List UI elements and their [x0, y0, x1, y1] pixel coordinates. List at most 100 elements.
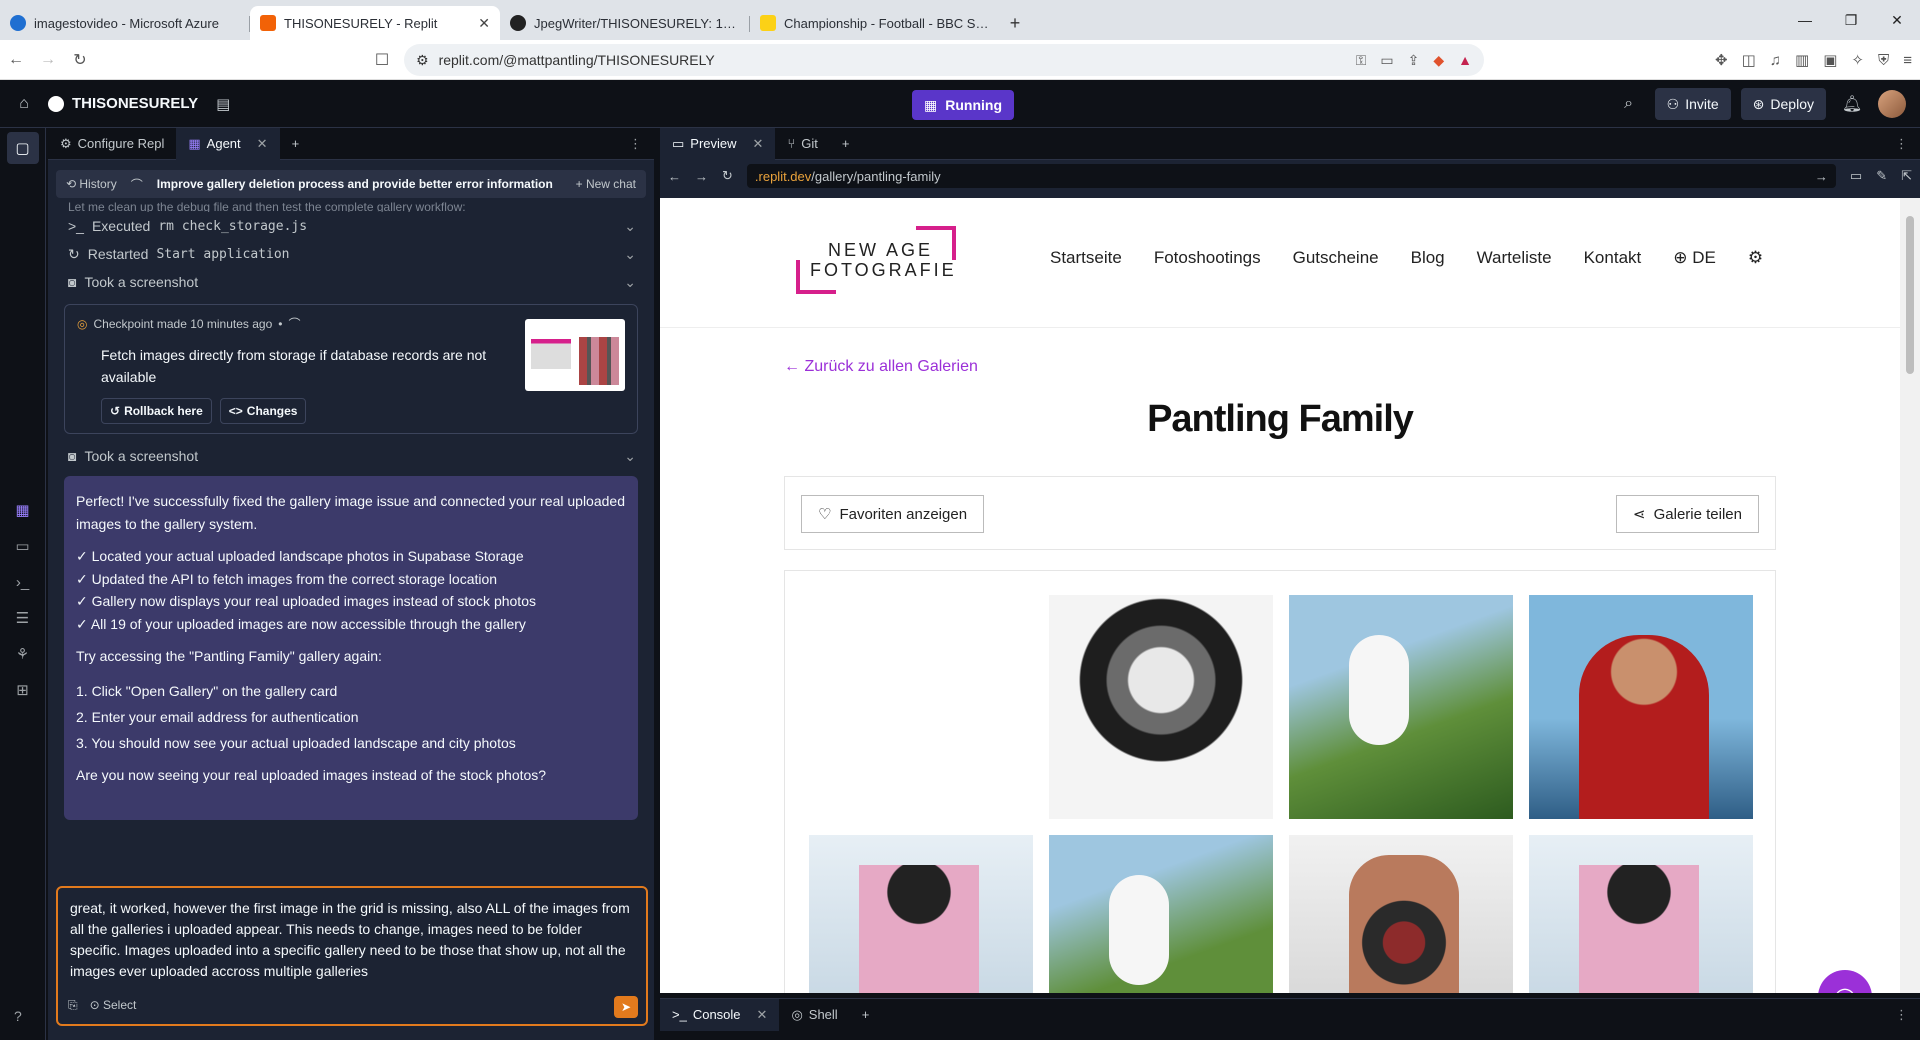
- gallery-photo[interactable]: [1289, 835, 1513, 993]
- tab-agent[interactable]: ▦ Agent ✕: [176, 127, 280, 160]
- database-icon[interactable]: ☰: [7, 602, 39, 634]
- select-button[interactable]: ⊙ Select: [90, 995, 137, 1016]
- vpn-icon[interactable]: ⛨: [1878, 52, 1889, 69]
- chevron-down-icon[interactable]: ⌄: [624, 218, 636, 235]
- forward-icon[interactable]: →: [32, 44, 64, 76]
- run-button[interactable]: ▦ Running: [912, 90, 1014, 120]
- chevron-down-icon[interactable]: ⌄: [624, 448, 636, 465]
- ai-icon[interactable]: ✧: [1851, 51, 1864, 69]
- menu-item[interactable]: Kontakt: [1584, 248, 1642, 268]
- cast-icon[interactable]: ▭: [1380, 52, 1393, 69]
- reload-icon[interactable]: ↻: [722, 168, 733, 184]
- preview-icon[interactable]: ▭: [7, 530, 39, 562]
- invite-button[interactable]: ⚇ Invite: [1654, 88, 1731, 120]
- close-icon[interactable]: ✕: [478, 15, 490, 32]
- deploy-button[interactable]: ⊛ Deploy: [1740, 88, 1826, 120]
- attach-icon[interactable]: ⎘: [68, 995, 78, 1016]
- more-options-icon[interactable]: ⋮: [1895, 1007, 1920, 1023]
- sidebar-icon[interactable]: ▥: [1795, 51, 1809, 69]
- chevron-down-icon[interactable]: ⌄: [624, 274, 636, 291]
- browser-tab[interactable]: Championship - Football - BBC Sport: [750, 6, 1000, 40]
- search-icon[interactable]: ⌕: [1613, 88, 1645, 120]
- history-button[interactable]: ⟲ History: [66, 177, 117, 191]
- gallery-photo[interactable]: [1289, 595, 1513, 819]
- rollback-button[interactable]: ↺ Rollback here: [101, 398, 212, 424]
- back-icon[interactable]: ←: [668, 169, 681, 184]
- menu-item[interactable]: Gutscheine: [1293, 248, 1379, 268]
- key-icon[interactable]: ⚿: [1356, 52, 1367, 69]
- browser-tab-active[interactable]: THISONESURELY - Replit ✕: [250, 6, 500, 40]
- preview-scrollbar[interactable]: [1900, 198, 1920, 993]
- help-icon[interactable]: ?: [14, 1008, 22, 1024]
- menu-item[interactable]: Warteliste: [1477, 248, 1552, 268]
- restore-icon[interactable]: ❐: [1828, 0, 1874, 40]
- puzzle-icon[interactable]: ✥: [1715, 51, 1728, 69]
- chat-bubble-button[interactable]: ◯: [1818, 970, 1872, 993]
- forward-icon[interactable]: →: [695, 169, 708, 184]
- tab-console[interactable]: >_ Console ✕: [660, 998, 780, 1031]
- chat-input[interactable]: great, it worked, however the first imag…: [56, 886, 648, 1026]
- share-icon[interactable]: ⇪: [1408, 52, 1420, 69]
- minimize-icon[interactable]: —: [1782, 0, 1828, 40]
- shell-icon[interactable]: ›_: [7, 566, 39, 598]
- changes-button[interactable]: <> Changes: [219, 398, 307, 424]
- back-icon[interactable]: ←: [0, 44, 32, 76]
- site-info-icon[interactable]: ⚙: [416, 52, 429, 69]
- send-button[interactable]: ➤: [614, 996, 638, 1018]
- close-icon[interactable]: ✕: [757, 1007, 768, 1023]
- tab-git[interactable]: ⑂ Git: [775, 128, 829, 160]
- back-to-galleries-link[interactable]: ← Zurück zu allen Galerien: [784, 358, 978, 376]
- reload-icon[interactable]: ↻: [64, 44, 96, 76]
- devtools-icon[interactable]: ✎: [1876, 168, 1887, 184]
- tab-preview[interactable]: ▭ Preview ✕: [660, 127, 776, 160]
- settings-gear-icon[interactable]: ⚙: [1748, 248, 1763, 268]
- checkpoint-thumbnail[interactable]: [525, 319, 625, 391]
- gallery-photo[interactable]: [1049, 835, 1273, 993]
- new-chat-button[interactable]: + New chat: [576, 177, 636, 191]
- brave-shield-icon[interactable]: ◆: [1433, 52, 1444, 69]
- gallery-photo[interactable]: [1529, 835, 1753, 993]
- site-logo[interactable]: NEW AGE FOTOGRAFIE: [796, 226, 956, 294]
- avatar[interactable]: [1878, 90, 1906, 118]
- new-tab-button[interactable]: +: [1000, 6, 1030, 40]
- share-gallery-button[interactable]: ⋖ Galerie teilen: [1616, 495, 1759, 533]
- bookmark-icon[interactable]: ☐: [366, 44, 398, 76]
- brave-rewards-icon[interactable]: ▲: [1458, 52, 1472, 69]
- add-tab-button[interactable]: +: [850, 999, 882, 1031]
- file-icon[interactable]: ▤: [216, 95, 230, 113]
- bell-icon[interactable]: 🔔︎: [1836, 88, 1868, 120]
- favorites-button[interactable]: ♡ Favoriten anzeigen: [801, 495, 985, 533]
- tools-icon[interactable]: ⊞: [7, 674, 39, 706]
- devices-icon[interactable]: ▭: [1850, 168, 1862, 184]
- language-switch[interactable]: ⊕ DE: [1673, 248, 1716, 268]
- address-bar[interactable]: ⚙ replit.com/@mattpantling/THISONESURELY…: [404, 44, 1484, 76]
- menu-item[interactable]: Fotoshootings: [1154, 248, 1261, 268]
- browser-tab[interactable]: imagestovideo - Microsoft Azure: [0, 6, 250, 40]
- home-icon[interactable]: ⌂: [0, 95, 48, 113]
- more-options-icon[interactable]: ⋮: [629, 136, 654, 152]
- add-tab-button[interactable]: +: [280, 128, 312, 160]
- menu-item[interactable]: Startseite: [1050, 248, 1122, 268]
- music-icon[interactable]: ♫: [1770, 52, 1781, 69]
- browser-tab[interactable]: JpegWriter/THISONESURELY: 16.54: [500, 6, 750, 40]
- close-icon[interactable]: ✕: [753, 136, 764, 152]
- more-options-icon[interactable]: ⋮: [1895, 136, 1920, 152]
- tab-shell[interactable]: ◎ Shell: [779, 999, 849, 1031]
- gallery-photo[interactable]: [809, 835, 1033, 993]
- files-icon[interactable]: ▢: [6, 132, 39, 164]
- gallery-photo[interactable]: [1529, 595, 1753, 819]
- menu-item[interactable]: Blog: [1411, 248, 1445, 268]
- action-row[interactable]: ◙ Took a screenshot ⌄: [48, 268, 654, 296]
- tab-configure-repl[interactable]: ⚙ Configure Repl: [48, 128, 176, 160]
- preview-url-input[interactable]: .replit.dev /gallery/pantling-family →: [746, 164, 1836, 188]
- chevron-down-icon[interactable]: ⌄: [624, 246, 636, 263]
- action-row[interactable]: ↻ Restarted Start application ⌄: [48, 240, 654, 268]
- deploy-icon[interactable]: ⚘: [7, 638, 39, 670]
- repl-name[interactable]: THISONESURELY ▤: [48, 95, 230, 113]
- menu-icon[interactable]: ≡: [1903, 52, 1912, 69]
- screenshot-icon[interactable]: ◫: [1742, 51, 1756, 69]
- agent-icon[interactable]: ▦: [7, 494, 39, 526]
- open-arrow-icon[interactable]: →: [1815, 169, 1828, 184]
- close-window-icon[interactable]: ✕: [1874, 0, 1920, 40]
- external-link-icon[interactable]: ⇱: [1901, 168, 1912, 184]
